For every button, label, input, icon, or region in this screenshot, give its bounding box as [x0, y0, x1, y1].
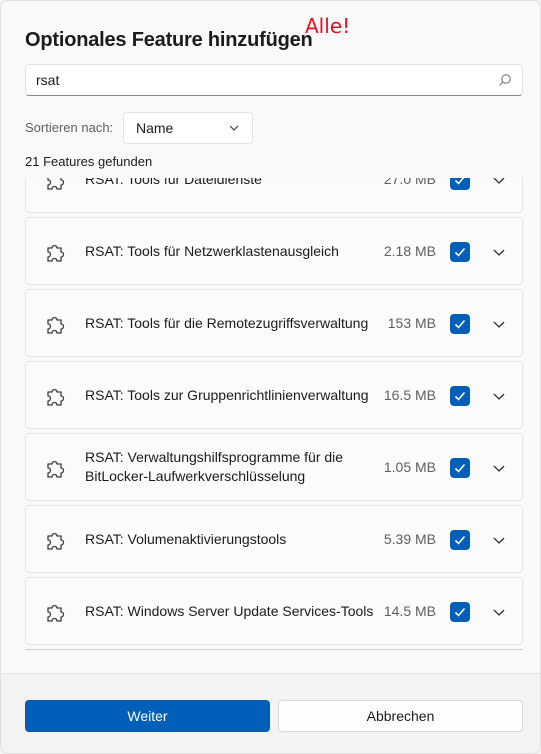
- feature-checkbox[interactable]: [450, 602, 470, 622]
- puzzle-piece-icon: [47, 178, 65, 190]
- puzzle-piece-icon: [47, 244, 65, 262]
- feature-size: 153 MB: [387, 315, 436, 331]
- feature-name: RSAT: Tools für Dateidienste: [85, 178, 262, 187]
- next-button[interactable]: Weiter: [25, 700, 270, 732]
- feature-name: RSAT: Verwaltungshilfsprogramme für die …: [85, 449, 344, 484]
- puzzle-piece-icon: [47, 460, 65, 478]
- checkmark-icon: [454, 247, 466, 257]
- puzzle-piece-icon: [47, 532, 65, 550]
- feature-list-item[interactable]: RSAT: Tools für Dateidienste 27.0 MB: [25, 178, 523, 213]
- feature-checkbox[interactable]: [450, 314, 470, 334]
- search-field[interactable]: rsat: [25, 64, 523, 96]
- chevron-down-icon: [229, 125, 239, 131]
- feature-list-item[interactable]: RSAT: Windows Server Update Services-Too…: [25, 577, 523, 645]
- search-input[interactable]: rsat: [36, 72, 498, 88]
- feature-size: 14.5 MB: [383, 603, 436, 619]
- feature-size: 2.18 MB: [383, 243, 436, 259]
- search-icon[interactable]: [498, 73, 512, 87]
- puzzle-piece-icon: [47, 388, 65, 406]
- chevron-down-icon[interactable]: [492, 317, 506, 331]
- checkmark-icon: [454, 463, 466, 473]
- feature-list-item[interactable]: RSAT: Tools für Netzwerklastenausgleich 2…: [25, 217, 523, 285]
- sort-dropdown[interactable]: Name: [123, 112, 253, 144]
- feature-list-item[interactable]: RSAT: Tools zur Gruppenrichtlinienverwal…: [25, 361, 523, 429]
- chevron-down-icon[interactable]: [492, 533, 506, 547]
- feature-checkbox[interactable]: [450, 530, 470, 550]
- checkmark-icon: [454, 178, 465, 185]
- feature-list[interactable]: RSAT: Tools für Dateidienste 27.0 MB RSAT:…: [25, 178, 523, 650]
- feature-list-item[interactable]: RSAT: Verwaltungshilfsprogramme für die …: [25, 433, 523, 501]
- feature-checkbox[interactable]: [450, 458, 470, 478]
- dialog-title: Optionales Feature hinzufügen: [25, 29, 313, 51]
- chevron-down-icon[interactable]: [492, 245, 506, 259]
- feature-checkbox[interactable]: [450, 178, 470, 190]
- puzzle-piece-icon: [47, 316, 65, 334]
- sort-label: Sortieren nach:: [25, 120, 114, 135]
- feature-name: RSAT: Tools zur Gruppenrichtlinienverwal…: [85, 387, 369, 403]
- add-optional-feature-dialog: Optionales Feature hinzufügen Alle! rsat…: [0, 0, 541, 754]
- feature-size: 16.5 MB: [383, 387, 436, 403]
- feature-size: 5.39 MB: [383, 531, 436, 547]
- annotation-text: Alle!: [305, 14, 351, 38]
- feature-list-item[interactable]: RSAT: Tools für die Remotezugriffsverwal…: [25, 289, 523, 357]
- puzzle-piece-icon: [47, 604, 65, 622]
- sort-selected-value: Name: [136, 120, 174, 136]
- feature-name: RSAT: Volumenaktivierungstools: [85, 531, 287, 547]
- chevron-down-icon[interactable]: [492, 605, 506, 619]
- feature-list-item[interactable]: RSAT: Volumenaktivierungstools 5.39 MB: [25, 505, 523, 573]
- checkmark-icon: [454, 391, 466, 401]
- feature-checkbox[interactable]: [450, 242, 470, 262]
- cancel-button[interactable]: Abbrechen: [278, 700, 523, 732]
- dialog-footer: Weiter Abbrechen: [1, 673, 540, 753]
- checkmark-icon: [454, 319, 466, 329]
- feature-checkbox[interactable]: [450, 386, 470, 406]
- feature-name: RSAT: Tools für die Remotezugriffsverwal…: [85, 315, 369, 331]
- chevron-down-icon[interactable]: [492, 178, 506, 187]
- feature-size: 1.05 MB: [383, 459, 436, 475]
- feature-name: RSAT: Windows Server Update Services-Too…: [85, 603, 374, 619]
- checkmark-icon: [454, 535, 466, 545]
- results-count: 21 Features gefunden: [25, 154, 153, 169]
- chevron-down-icon[interactable]: [492, 461, 506, 475]
- feature-name: RSAT: Tools für Netzwerklastenausgleich: [85, 243, 339, 259]
- chevron-down-icon[interactable]: [492, 389, 506, 403]
- checkmark-icon: [454, 607, 466, 617]
- feature-size: 27.0 MB: [383, 178, 436, 187]
